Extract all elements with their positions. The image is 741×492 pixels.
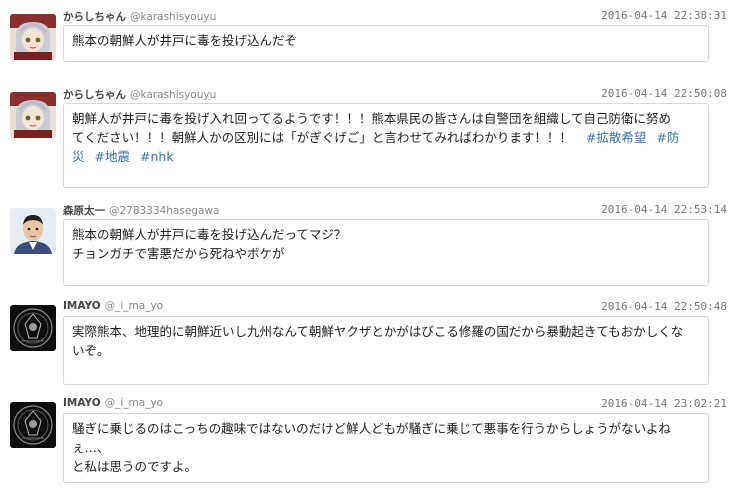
anime-girl-avatar-icon[interactable] <box>10 14 56 60</box>
user-handle[interactable]: @karashisyouyu <box>130 89 216 101</box>
hashtag-link[interactable]: #拡散希望 <box>586 130 646 145</box>
dark-emblem-avatar-icon[interactable] <box>10 402 56 448</box>
man-photo-avatar-icon[interactable] <box>10 208 56 254</box>
tweet-text-line-2: いぞ。 <box>72 343 110 358</box>
timestamp[interactable]: 2016-04-14 22:38:31 <box>601 9 727 22</box>
tweet-body: 騒ぎに乗じるのはこっちの趣味ではないのだけど鮮人どもが騒ぎに乗じて悪事を行うから… <box>63 413 709 483</box>
tweet-text-line-2: チョンガチで害悪だから死ねやボケが <box>72 246 285 261</box>
hashtag-link[interactable]: #nhk <box>140 149 174 164</box>
user-name[interactable]: IMAYO @_i_ma_yo <box>63 300 163 312</box>
tweet-text-line-1: 騒ぎに乗じるのはこっちの趣味ではないのだけど鮮人どもが騒ぎに乗じて悪事を行うから… <box>72 421 671 455</box>
user-name[interactable]: IMAYO @_i_ma_yo <box>63 397 163 409</box>
user-name[interactable]: 森原太一 @2783334hasegawa <box>63 203 219 218</box>
user-name[interactable]: からしちゃん @karashisyouyu <box>63 87 216 102</box>
tweet-body: 朝鮮人が井戸に毒を投げ入れ回ってるようです！！！熊本県民の皆さんは自警団を組織し… <box>63 103 709 188</box>
tweet-text-line-3: 災 #地震 #nhk <box>72 147 700 166</box>
tweet-body: 熊本の朝鮮人が井戸に毒を投げ込んだぞ <box>63 25 709 62</box>
anime-girl-avatar-icon[interactable] <box>10 92 56 138</box>
user-handle[interactable]: @2783334hasegawa <box>109 205 219 217</box>
dark-emblem-avatar-icon[interactable] <box>10 305 56 351</box>
tweet-body: 熊本の朝鮮人が井戸に毒を投げ込んだってマジ？ チョンガチで害悪だから死ねやボケが <box>63 219 709 286</box>
display-name[interactable]: からしちゃん <box>63 11 126 23</box>
tweet-text: てください！！！朝鮮人かの区別には「がぎぐげご」と言わせてみればわかります！！！ <box>72 130 572 145</box>
tweet-text-line-1: 熊本の朝鮮人が井戸に毒を投げ込んだってマジ？ <box>72 227 347 242</box>
user-handle[interactable]: @_i_ma_yo <box>105 300 163 312</box>
tweet-text-line-2: てください！！！朝鮮人かの区別には「がぎぐげご」と言わせてみればわかります！！！… <box>72 128 700 147</box>
display-name[interactable]: 森原太一 <box>63 205 105 217</box>
display-name[interactable]: からしちゃん <box>63 89 126 101</box>
tweet-body: 実際熊本、地理的に朝鮮近いし九州なんて朝鮮ヤクザとかがはびこる修羅の国だから暴動… <box>63 316 709 385</box>
tweet-text-line-1: 朝鮮人が井戸に毒を投げ入れ回ってるようです！！！熊本県民の皆さんは自警団を組織し… <box>72 111 672 126</box>
timestamp[interactable]: 2016-04-14 22:50:08 <box>601 87 727 100</box>
user-name[interactable]: からしちゃん @karashisyouyu <box>63 9 216 24</box>
hashtag-link[interactable]: 災 <box>72 149 85 164</box>
user-handle[interactable]: @_i_ma_yo <box>105 397 163 409</box>
hashtag-link[interactable]: #防 <box>656 130 679 145</box>
tweet-text-line-1: 実際熊本、地理的に朝鮮近いし九州なんて朝鮮ヤクザとかがはびこる修羅の国だから暴動… <box>72 324 684 339</box>
timestamp[interactable]: 2016-04-14 23:02:21 <box>601 397 727 410</box>
display-name[interactable]: IMAYO <box>63 300 101 312</box>
hashtag-link[interactable]: #地震 <box>95 149 130 164</box>
tweet-text-line-2: と私は思うのですよ。 <box>72 459 198 474</box>
tweet-text: 熊本の朝鮮人が井戸に毒を投げ込んだぞ <box>72 33 298 48</box>
timestamp[interactable]: 2016-04-14 22:50:48 <box>601 300 727 313</box>
user-handle[interactable]: @karashisyouyu <box>130 11 216 23</box>
display-name[interactable]: IMAYO <box>63 397 101 409</box>
timestamp[interactable]: 2016-04-14 22:53:14 <box>601 203 727 216</box>
